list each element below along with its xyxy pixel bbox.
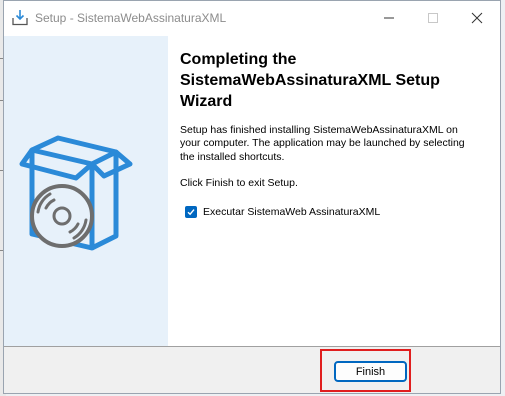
maximize-icon [428,13,438,23]
page-title: Completing the SistemaWebAssinaturaXML S… [180,49,492,112]
page-title-line: Wizard [180,93,233,110]
wizard-content: Completing the SistemaWebAssinaturaXML S… [168,36,500,346]
description-line: your computer. The application may be la… [180,137,465,150]
installer-download-icon [11,9,29,27]
minimize-icon [384,17,394,19]
window-title: Setup - SistemaWebAssinaturaXML [35,11,227,25]
box-with-disc-icon [19,135,133,251]
page-title-line: SistemaWebAssinaturaXML Setup [180,72,440,89]
minimize-button[interactable] [368,1,412,33]
wizard-footer: Finish [4,347,500,393]
description-line: Setup has finished installing SistemaWeb… [180,124,458,136]
setup-window: Setup - SistemaWebAssinaturaXML Completi… [3,0,501,394]
description-line: the installed shortcuts. [180,150,285,163]
wizard-side-panel [4,36,168,346]
launch-app-checkbox[interactable] [185,206,197,218]
completion-description: Setup has finished installing SistemaWeb… [180,124,480,164]
finish-instruction: Click Finish to exit Setup. [180,177,298,189]
close-button[interactable] [456,1,500,33]
checkmark-icon [187,209,195,216]
finish-button[interactable]: Finish [334,361,407,382]
page-title-line: Completing the [180,51,297,68]
maximize-button[interactable] [412,1,456,33]
launch-app-label[interactable]: Executar SistemaWeb AssinaturaXML [203,206,380,218]
close-icon [471,12,483,24]
title-bar[interactable]: Setup - SistemaWebAssinaturaXML [4,1,500,36]
